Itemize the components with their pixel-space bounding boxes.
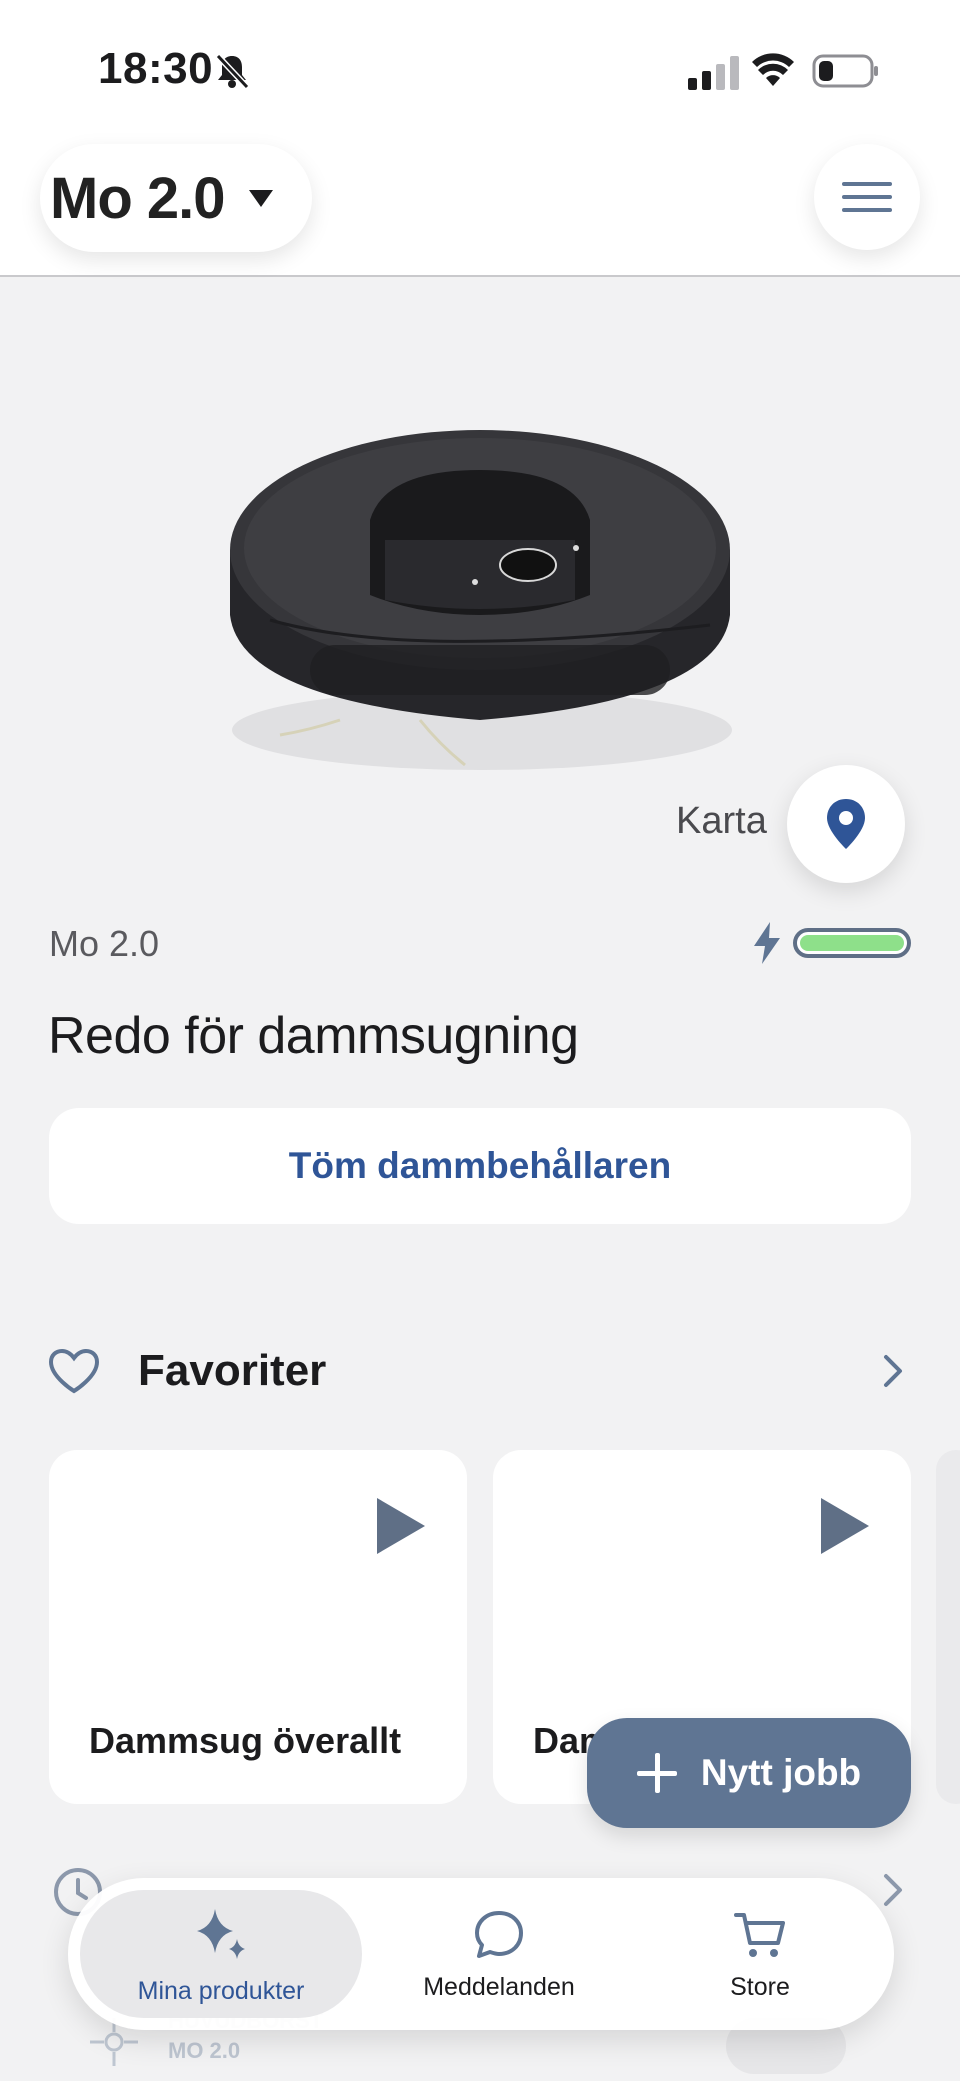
tab-store[interactable]: Store (638, 1890, 882, 2018)
status-time: 18:30 (98, 44, 214, 93)
favorites-title: Favoriter (138, 1346, 327, 1395)
play-icon[interactable] (377, 1498, 425, 1554)
chevron-right-icon (884, 1874, 902, 1906)
robot-selector-label: Mo 2.0 (50, 165, 225, 231)
battery-level-fill (800, 935, 904, 951)
map-label: Karta (676, 800, 767, 842)
wifi-icon (752, 53, 794, 86)
plus-icon (636, 1753, 677, 1793)
battery-icon (812, 54, 878, 88)
favorite-card-label: Dammsug överallt (89, 1720, 402, 1761)
map-button[interactable] (787, 765, 905, 883)
battery-level-bar (793, 928, 911, 958)
chat-bubble-icon (475, 1910, 523, 1958)
tab-bar: Mina produkter Meddelanden Store (68, 1878, 894, 2030)
tab-messages[interactable]: Meddelanden (368, 1890, 630, 2018)
tab-label: Meddelanden (423, 1972, 575, 2001)
shopping-cart-icon (734, 1912, 785, 1957)
new-job-label: Nytt jobb (700, 1752, 862, 1793)
favorites-header[interactable]: Favoriter (48, 1340, 918, 1402)
chevron-down-icon (248, 189, 273, 207)
favorite-card[interactable]: Dammsug överallt (49, 1450, 467, 1804)
maintenance-device: MO 2.0 (168, 2038, 241, 2063)
location-pin-icon (827, 799, 865, 849)
charging-bolt-icon (754, 922, 780, 964)
device-name: Mo 2.0 (49, 923, 160, 964)
empty-bin-button[interactable]: Töm dammbehållaren (49, 1108, 911, 1224)
robot-selector-button[interactable]: Mo 2.0 (40, 144, 312, 252)
heart-icon (48, 1348, 100, 1394)
menu-button[interactable] (814, 144, 920, 250)
tab-label: Store (730, 1972, 790, 2001)
cellular-signal-icon (688, 56, 739, 90)
new-job-button[interactable]: Nytt jobb (587, 1718, 911, 1828)
hamburger-menu-icon (842, 182, 892, 212)
bell-slash-icon (215, 53, 250, 90)
chevron-right-icon (884, 1355, 902, 1387)
tab-label: Mina produkter (137, 1976, 305, 2005)
sparkles-icon (197, 1908, 245, 1959)
favorite-card-peek[interactable] (936, 1450, 960, 1804)
play-icon[interactable] (821, 1498, 869, 1554)
robot-vacuum-image (230, 430, 732, 770)
tab-my-products[interactable]: Mina produkter (80, 1890, 362, 2018)
device-status-text: Redo för dammsugning (48, 1007, 579, 1065)
